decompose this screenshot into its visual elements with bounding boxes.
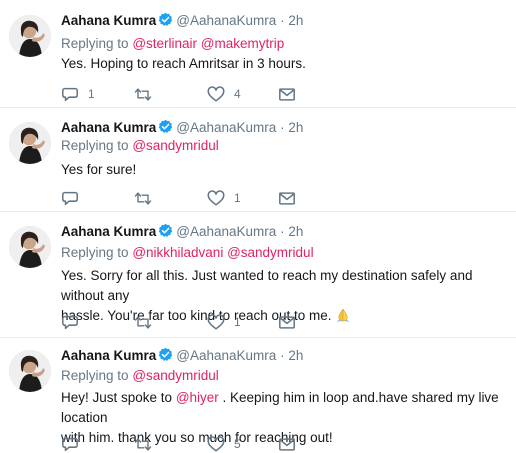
like-button[interactable]: 1 [207, 189, 241, 207]
author-handle[interactable]: @AahanaKumra [176, 348, 276, 363]
separator-dot: · [280, 120, 285, 135]
message-button[interactable] [278, 85, 296, 103]
author-name[interactable]: Aahana Kumra [61, 13, 156, 28]
envelope-icon [278, 86, 296, 103]
timestamp[interactable]: 2h [288, 120, 303, 135]
tweet-header: Aahana Kumra @AahanaKumra · 2h [61, 347, 303, 365]
like-count: 1 [234, 315, 241, 329]
reply-button[interactable] [61, 435, 88, 453]
tweet[interactable]: Aahana Kumra @AahanaKumra · 2h Replying t… [0, 0, 516, 107]
tweet[interactable]: Aahana Kumra @AahanaKumra · 2h Replying t… [0, 338, 516, 450]
reply-icon [61, 190, 79, 207]
like-button[interactable]: 4 [207, 85, 241, 103]
author-name[interactable]: Aahana Kumra [61, 224, 156, 239]
tweet-actions: 1 [61, 313, 341, 331]
verified-badge-icon [158, 119, 173, 137]
timestamp[interactable]: 2h [288, 348, 303, 363]
tweet-text-line: Hey! Just spoke to @hiyer . Keeping him … [61, 388, 506, 428]
retweet-button[interactable] [133, 85, 162, 103]
retweet-button[interactable] [133, 189, 162, 207]
verified-badge-icon [158, 223, 173, 241]
mention-link[interactable]: @sandymridul [132, 138, 218, 153]
tweet-header: Aahana Kumra @AahanaKumra · 2h [61, 223, 303, 241]
replying-to-label: Replying to [61, 245, 129, 260]
like-count: 1 [234, 191, 241, 205]
mention-link[interactable]: @nikkhiladvani [132, 245, 223, 260]
separator-dot: · [280, 224, 285, 239]
tweet[interactable]: Aahana Kumra @AahanaKumra · 2h Replying t… [0, 212, 516, 337]
tweet-text: Yes for sure! [61, 162, 137, 177]
verified-badge-icon [158, 347, 173, 365]
like-count: 4 [234, 87, 241, 101]
replying-to: Replying to @nikkhiladvani @sandymridul [61, 245, 314, 260]
retweet-button[interactable] [133, 313, 162, 331]
tweet-text: Yes. Hoping to reach Amritsar in 3 hours… [61, 56, 306, 71]
tweet-text-line: Yes. Sorry for all this. Just wanted to … [61, 268, 473, 303]
author-name[interactable]: Aahana Kumra [61, 348, 156, 363]
mention-link[interactable]: @sterlinair [132, 36, 197, 51]
reply-count: 1 [88, 87, 95, 101]
replying-to: Replying to @sterlinair @makemytrip [61, 36, 284, 51]
tweet-actions: 5 [61, 435, 341, 453]
reply-button[interactable]: 1 [61, 85, 95, 103]
heart-icon [207, 190, 225, 207]
retweet-icon [133, 190, 153, 207]
envelope-icon [278, 190, 296, 207]
tweet-actions: 1 4 [61, 85, 341, 103]
retweet-button[interactable] [133, 435, 162, 453]
tweet-text-fragment: Hey! Just spoke to [61, 390, 176, 405]
tweet[interactable]: Aahana Kumra @AahanaKumra · 2h Replying t… [0, 108, 516, 211]
like-count: 5 [234, 437, 241, 451]
timestamp[interactable]: 2h [288, 224, 303, 239]
replying-to-label: Replying to [61, 368, 129, 383]
reply-button[interactable] [61, 313, 88, 331]
message-button[interactable] [278, 189, 296, 207]
mention-link[interactable]: @hiyer [176, 390, 219, 405]
author-name[interactable]: Aahana Kumra [61, 120, 156, 135]
heart-icon [207, 314, 225, 331]
avatar[interactable] [9, 350, 51, 392]
separator-dot: · [280, 13, 285, 28]
author-handle[interactable]: @AahanaKumra [176, 224, 276, 239]
like-button[interactable]: 5 [207, 435, 241, 453]
avatar[interactable] [9, 122, 51, 164]
replying-to: Replying to @sandymridul [61, 138, 219, 153]
separator-dot: · [280, 348, 285, 363]
mention-link[interactable]: @sandymridul [227, 245, 313, 260]
retweet-icon [133, 86, 153, 103]
replying-to: Replying to @sandymridul [61, 368, 219, 383]
message-button[interactable] [278, 313, 296, 331]
like-button[interactable]: 1 [207, 313, 241, 331]
replying-to-label: Replying to [61, 36, 129, 51]
verified-badge-icon [158, 12, 173, 30]
reply-icon [61, 314, 79, 331]
heart-icon [207, 86, 225, 103]
mention-link[interactable]: @makemytrip [201, 36, 284, 51]
timestamp[interactable]: 2h [288, 13, 303, 28]
tweet-header: Aahana Kumra @AahanaKumra · 2h [61, 12, 303, 30]
reply-button[interactable] [61, 189, 88, 207]
avatar[interactable] [9, 15, 51, 57]
envelope-icon [278, 314, 296, 331]
reply-icon [61, 86, 79, 103]
tweet-actions: 1 [61, 189, 341, 207]
replying-to-label: Replying to [61, 138, 129, 153]
avatar[interactable] [9, 226, 51, 268]
retweet-icon [133, 314, 153, 331]
message-button[interactable] [278, 435, 296, 453]
author-handle[interactable]: @AahanaKumra [176, 120, 276, 135]
author-handle[interactable]: @AahanaKumra [176, 13, 276, 28]
tweet-header: Aahana Kumra @AahanaKumra · 2h [61, 119, 303, 137]
mention-link[interactable]: @sandymridul [132, 368, 218, 383]
